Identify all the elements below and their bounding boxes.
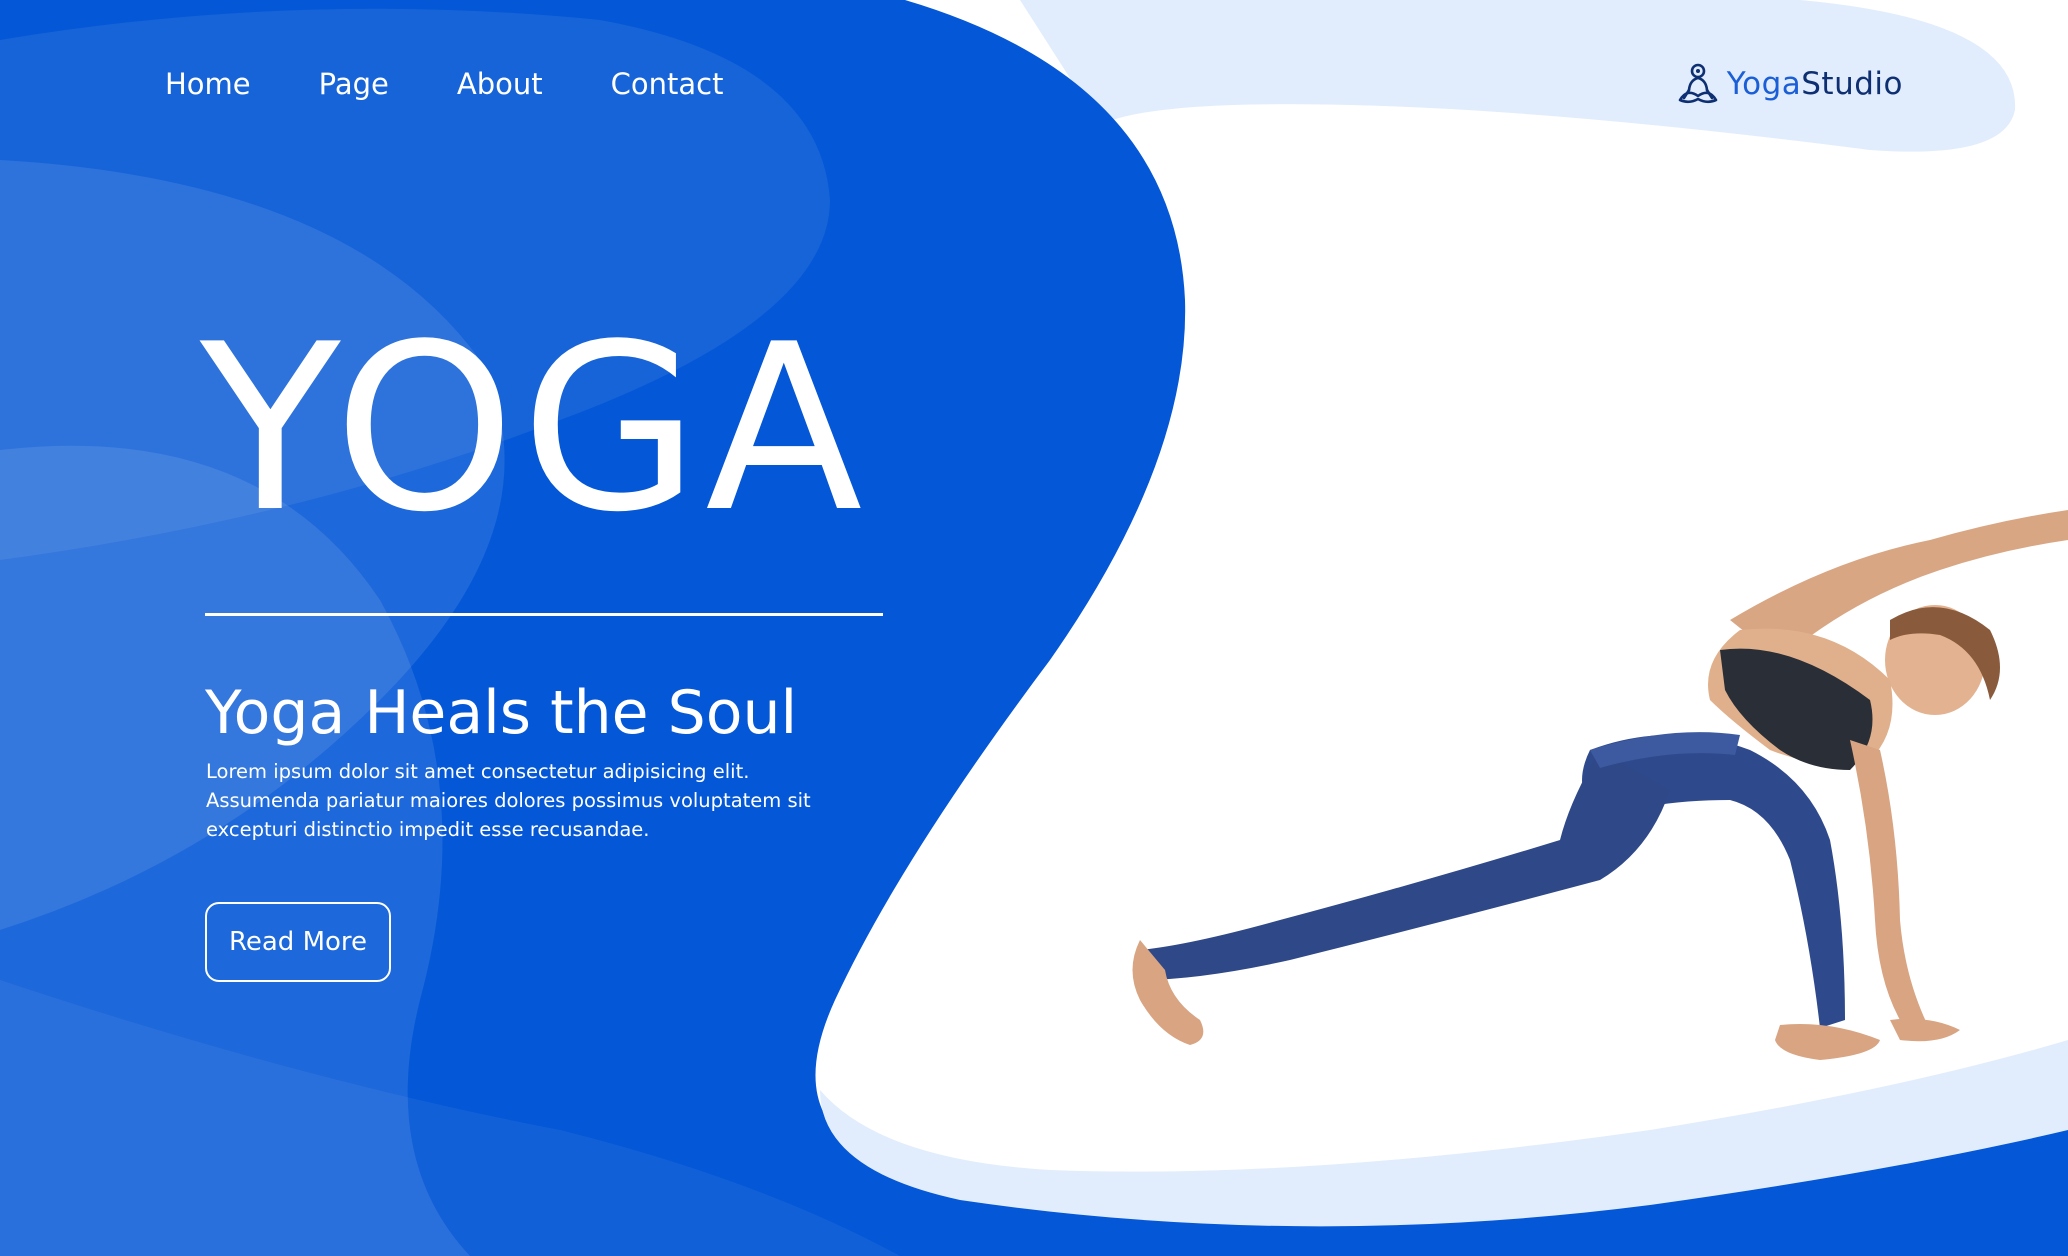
nav-page-link[interactable]: Page	[319, 62, 389, 106]
hero-title: YOGA	[200, 296, 869, 563]
brand-name: YogaStudio	[1727, 62, 1903, 106]
main-nav: Home Page About Contact	[165, 62, 791, 106]
brand-name-yoga: Yoga	[1726, 66, 1802, 102]
nav-contact-link[interactable]: Contact	[611, 62, 724, 106]
brand-logo[interactable]: YogaStudio	[1677, 62, 1903, 106]
hero-description: Lorem ipsum dolor sit amet consectetur a…	[206, 760, 811, 841]
hero-subtitle: Yoga Heals the Soul	[205, 678, 798, 748]
brand-name-studio: Studio	[1801, 66, 1903, 102]
nav-home-link[interactable]: Home	[165, 62, 251, 106]
landing-page: Home Page About Contact YogaStudio YOGA …	[0, 0, 2068, 1256]
read-more-button[interactable]: Read More	[205, 902, 391, 982]
nav-about-link[interactable]: About	[457, 62, 543, 106]
hero-divider	[205, 613, 883, 616]
meditation-person-icon	[1678, 63, 1718, 104]
yoga-woman-image	[1132, 510, 2068, 1060]
